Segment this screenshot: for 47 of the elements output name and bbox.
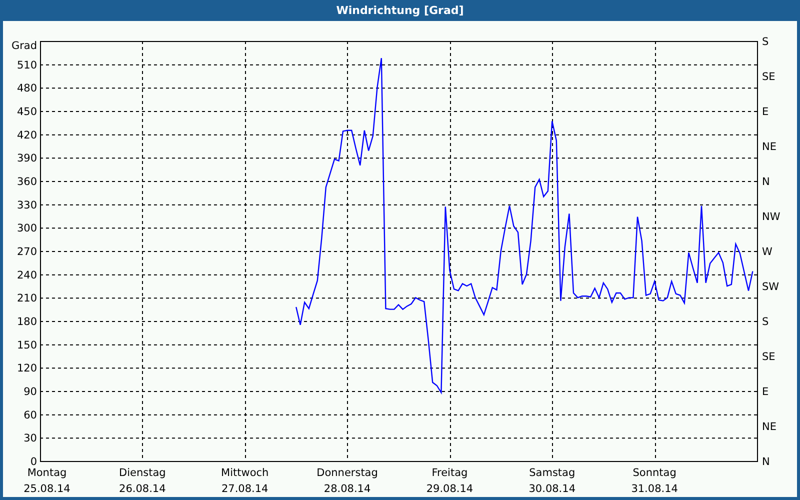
y-tick-label: 510: [16, 59, 37, 72]
y-tick-label: 360: [16, 176, 37, 188]
window-title: Windrichtung [Grad]: [336, 4, 464, 17]
compass-label: S: [762, 316, 769, 328]
y-tick-label: 180: [16, 316, 37, 328]
compass-label: NW: [762, 211, 780, 223]
day-label: Sonntag: [632, 467, 676, 479]
y-tick-label: 120: [16, 362, 37, 375]
date-label: 27.08.14: [221, 483, 268, 495]
y-tick-label: 150: [16, 339, 37, 352]
compass-label: E: [762, 386, 769, 398]
compass-label: W: [762, 246, 772, 258]
compass-label: N: [762, 456, 770, 468]
y-tick-label: 60: [24, 409, 37, 422]
day-label: Mittwoch: [221, 467, 269, 479]
day-label: Montag: [27, 467, 67, 479]
compass-label: E: [762, 106, 769, 118]
y-tick-label: 300: [16, 222, 37, 235]
y-tick-label: 420: [16, 129, 37, 142]
y-tick-label: 480: [16, 82, 37, 95]
date-label: 31.08.14: [631, 483, 678, 495]
day-label: Freitag: [432, 467, 468, 479]
compass-label: NE: [762, 421, 776, 433]
compass-label: S: [762, 36, 769, 48]
y-tick-label: 30: [24, 432, 37, 445]
day-label: Samstag: [529, 467, 576, 479]
y-tick-label: 210: [16, 292, 37, 305]
y-tick-label: 0: [30, 456, 37, 468]
day-label: Dienstag: [119, 467, 166, 479]
compass-label: N: [762, 176, 770, 188]
compass-label: NE: [762, 141, 776, 153]
y-tick-label: 330: [16, 199, 37, 212]
date-label: 26.08.14: [119, 483, 166, 495]
date-label: 29.08.14: [426, 483, 474, 495]
y-tick-label: 390: [16, 152, 37, 165]
y-tick-label: 90: [24, 386, 37, 398]
y-tick-label: 240: [16, 269, 37, 282]
axis-title: Grad: [11, 40, 37, 52]
compass-label: SW: [762, 281, 780, 293]
date-label: 28.08.14: [324, 483, 371, 495]
y-tick-label: 270: [16, 246, 37, 258]
compass-label: SE: [762, 71, 776, 83]
compass-label: SE: [762, 351, 776, 363]
date-label: 25.08.14: [24, 483, 70, 495]
y-tick-label: 450: [16, 106, 37, 118]
day-label: Donnerstag: [316, 467, 378, 479]
date-label: 30.08.14: [528, 483, 576, 495]
